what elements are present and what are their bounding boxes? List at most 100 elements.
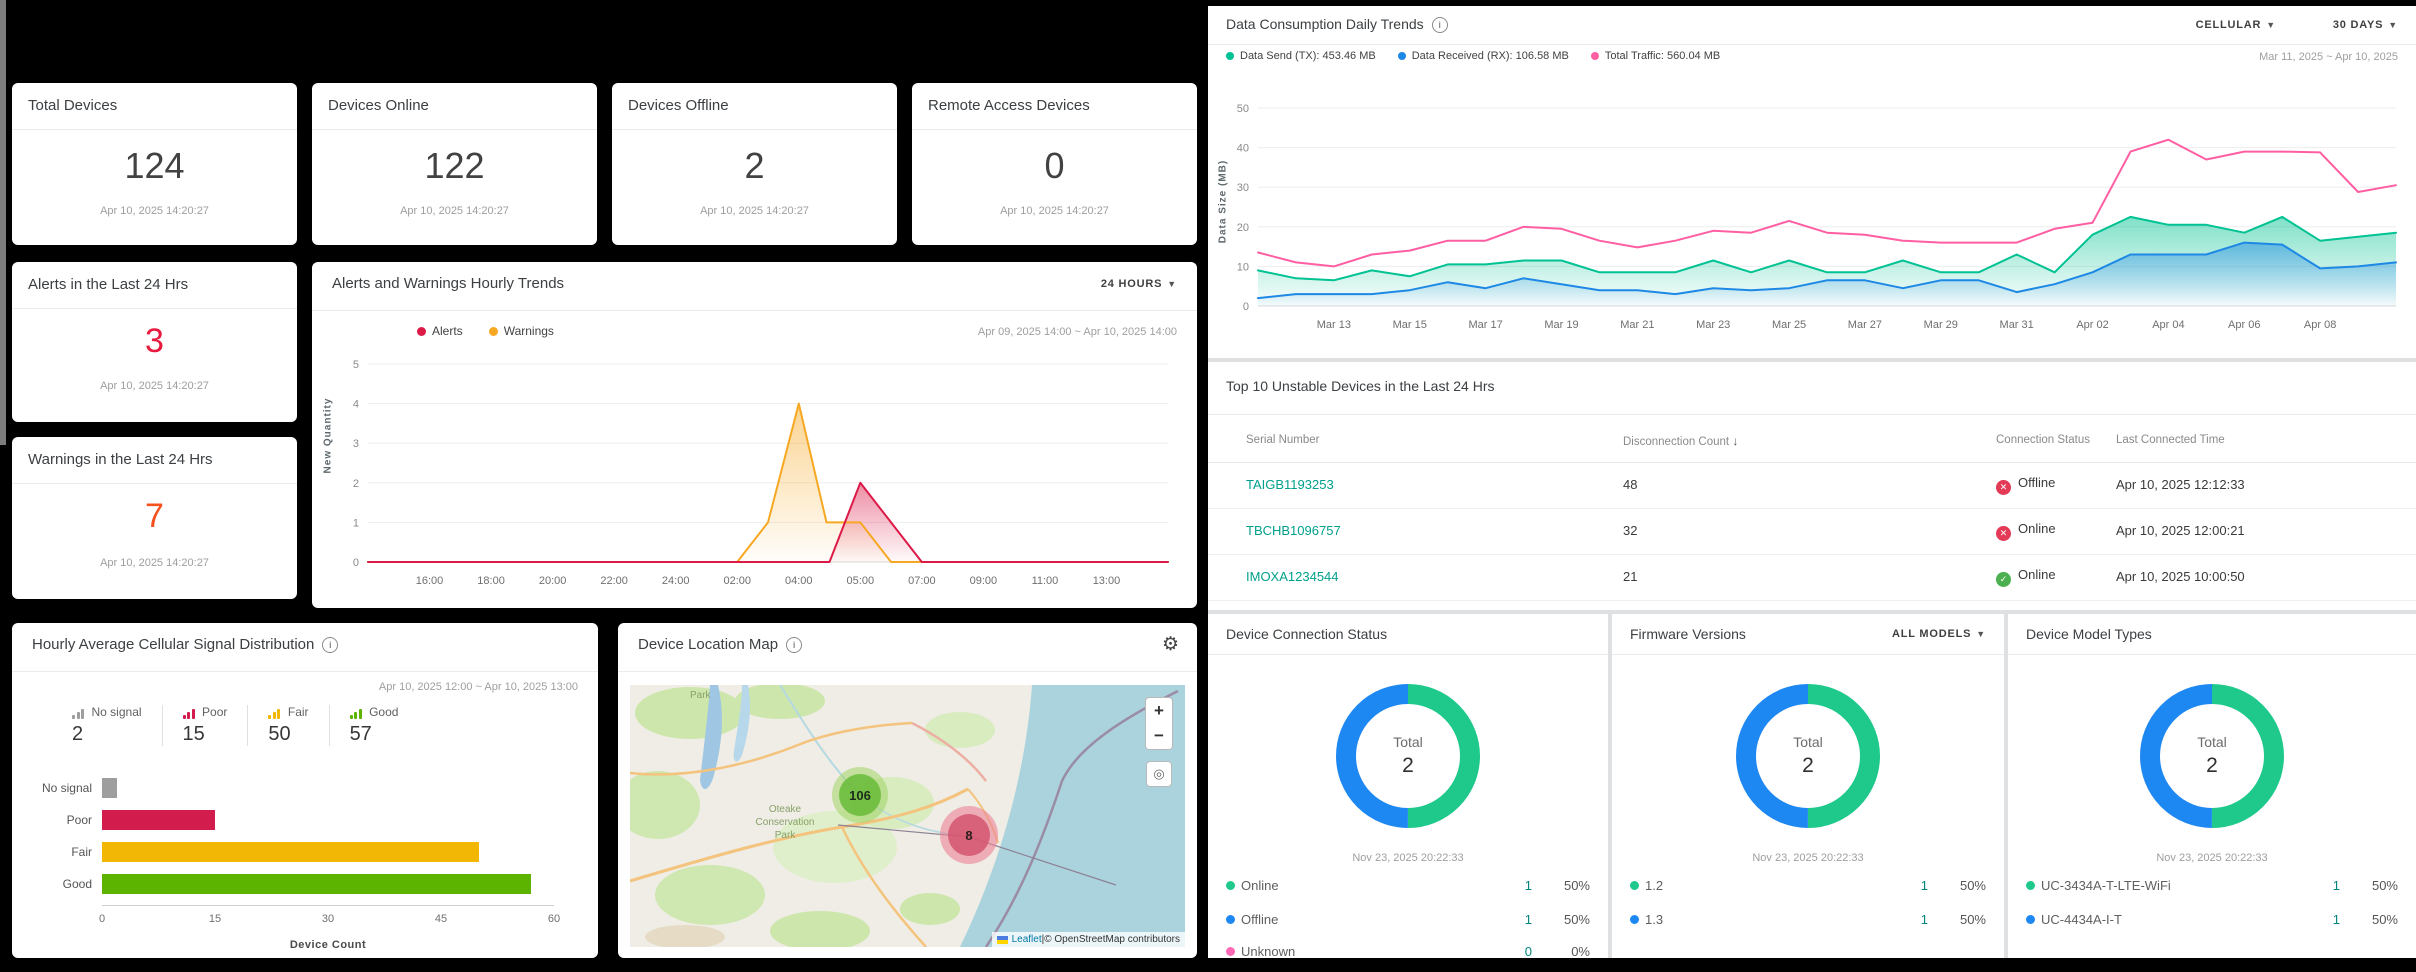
svg-text:22:00: 22:00 (600, 575, 628, 587)
legend-item-warnings[interactable]: Warnings (489, 324, 554, 338)
legend-item-good: Good 57 (329, 705, 419, 746)
map-zoom-in-button[interactable]: + (1145, 697, 1173, 725)
legend-value: 1 (1492, 912, 1532, 927)
map-label-conservation-park: Oteake Conservation Park (740, 803, 830, 842)
donut-legend-row: Unknown 0 0% (1226, 944, 1590, 959)
legend-value: 57 (350, 723, 399, 746)
table-row: IMOXA1234544 21 ✓Online Apr 10, 2025 10:… (1208, 554, 2416, 601)
chevron-down-icon: ▼ (1976, 629, 1986, 639)
map-tiles (630, 685, 1185, 947)
donut-center-total: Total 2 (1318, 666, 1498, 846)
legend-label: Data Received (RX): 106.58 MB (1412, 50, 1569, 62)
info-icon[interactable]: i (322, 637, 338, 653)
device-model-types-panel: Device Model Types Total 2 Nov 23, 2025 … (2008, 614, 2416, 958)
stat-card-devices-online: Devices Online 122 Apr 10, 2025 14:20:27 (312, 83, 597, 245)
legend-percent: 50% (1928, 878, 1986, 893)
svg-text:2: 2 (353, 478, 359, 490)
serial-number-link[interactable]: IMOXA1234544 (1246, 569, 1339, 584)
warnings-card-value: 7 (12, 497, 297, 536)
status-x-icon: ✕ (1996, 526, 2011, 541)
legend-value: 50 (268, 723, 308, 746)
signal-bars-icon (268, 709, 282, 719)
legend-label: Fair (288, 705, 309, 719)
range-selector-dropdown[interactable]: 24 HOURS▼ (1101, 278, 1177, 290)
firmware-versions-panel: Firmware Versions ALL MODELS▼ Total 2 No… (1612, 614, 2004, 958)
donut-legend-row: UC-4434A-I-T 1 50% (2026, 912, 2398, 927)
disconnection-count: 48 (1623, 477, 1637, 492)
chevron-down-icon: ▼ (2266, 20, 2276, 30)
map-zoom-out-button[interactable]: − (1145, 723, 1173, 750)
serial-number-link[interactable]: TBCHB1096757 (1246, 523, 1341, 538)
serial-number-link[interactable]: TAIGB1193253 (1246, 477, 1334, 492)
stat-card-title: Total Devices (28, 97, 117, 114)
stat-card-title: Devices Online (328, 97, 429, 114)
window-edge (0, 0, 6, 445)
svg-text:18:00: 18:00 (477, 575, 505, 587)
gear-icon[interactable]: ⚙ (1162, 633, 1179, 656)
stat-card-title: Remote Access Devices (928, 97, 1090, 114)
cluster-count: 8 (948, 814, 990, 856)
svg-text:50: 50 (1237, 103, 1249, 115)
legend-value: 1 (2300, 912, 2340, 927)
legend-label: Unknown (1241, 944, 1295, 959)
locate-icon: ◎ (1153, 766, 1164, 782)
svg-text:Mar 27: Mar 27 (1848, 319, 1882, 331)
device-connection-status-panel: Device Connection Status Total 2 Nov 23,… (1208, 614, 1608, 958)
stat-card-timestamp: Apr 10, 2025 14:20:27 (912, 205, 1197, 217)
range-selector-dropdown[interactable]: 30 DAYS▼ (2333, 19, 2398, 31)
stat-card-value: 2 (612, 145, 897, 187)
map-locate-button[interactable]: ◎ (1146, 761, 1172, 787)
svg-text:20: 20 (1237, 222, 1249, 234)
donut-legend-row: Offline 1 50% (1226, 912, 1590, 927)
chart-date-range: Mar 11, 2025 ~ Apr 10, 2025 (2259, 51, 2398, 63)
map-attribution: Leaflet | © OpenStreetMap contributors (992, 932, 1185, 947)
legend-item-total[interactable]: Total Traffic: 560.04 MB (1591, 50, 1720, 62)
divider (2008, 654, 2416, 655)
stat-card-total-devices: Total Devices 124 Apr 10, 2025 14:20:27 (12, 83, 297, 245)
legend-label: Poor (202, 705, 227, 719)
legend-dot (1630, 881, 1639, 890)
svg-text:02:00: 02:00 (723, 575, 751, 587)
svg-text:Apr 06: Apr 06 (2228, 319, 2260, 331)
warnings-card-title: Warnings in the Last 24 Hrs (28, 451, 213, 468)
cluster-marker-red[interactable]: 8 (940, 806, 998, 864)
legend-label: 1.3 (1645, 912, 1663, 927)
legend-item-alerts[interactable]: Alerts (417, 324, 463, 338)
svg-text:0: 0 (353, 557, 359, 569)
total-value: 2 (2206, 754, 2218, 778)
disconnection-count: 21 (1623, 569, 1637, 584)
bar-row: Fair (28, 841, 584, 863)
leaflet-link[interactable]: Leaflet (1012, 934, 1042, 945)
bar-fair (102, 842, 479, 862)
legend-item-rx[interactable]: Data Received (RX): 106.58 MB (1398, 50, 1569, 62)
legend-dot (1398, 52, 1406, 60)
legend-item-fair: Fair 50 (247, 705, 328, 746)
device-location-map-panel: Device Location Mapi ⚙ (618, 623, 1197, 958)
svg-text:09:00: 09:00 (970, 575, 998, 587)
svg-text:04:00: 04:00 (785, 575, 813, 587)
divider (12, 483, 297, 484)
column-header-disconnections[interactable]: Disconnection Count ↓ (1623, 434, 1738, 448)
legend-percent: 50% (1532, 878, 1590, 893)
info-icon[interactable]: i (1432, 17, 1448, 33)
interface-selector-dropdown[interactable]: CELLULAR▼ (2196, 19, 2276, 31)
info-icon[interactable]: i (786, 637, 802, 653)
donut-legend-row: 1.2 1 50% (1630, 878, 1986, 893)
legend-item-tx[interactable]: Data Send (TX): 453.46 MB (1226, 50, 1376, 62)
svg-text:Mar 21: Mar 21 (1620, 319, 1654, 331)
svg-text:3: 3 (353, 438, 359, 450)
osm-attribution-link[interactable]: © OpenStreetMap contributors (1044, 934, 1180, 945)
unstable-devices-panel: Top 10 Unstable Devices in the Last 24 H… (1208, 362, 2416, 610)
legend-label: 1.2 (1645, 878, 1663, 893)
legend-dot (489, 327, 498, 336)
leaflet-map[interactable]: Park Oteake Conservation Park 106 8 + − … (630, 685, 1185, 947)
warnings-card-timestamp: Apr 10, 2025 14:20:27 (12, 557, 297, 569)
status-text: Offline (2018, 475, 2055, 490)
cluster-marker-green[interactable]: 106 (832, 767, 888, 823)
stat-card-remote-access: Remote Access Devices 0 Apr 10, 2025 14:… (912, 83, 1197, 245)
column-header-status: Connection Status (1996, 434, 2090, 446)
range-selector-label: 30 DAYS (2333, 19, 2383, 31)
legend-value: 1 (1888, 912, 1928, 927)
divider (12, 129, 297, 130)
model-filter-dropdown[interactable]: ALL MODELS▼ (1892, 628, 1986, 640)
